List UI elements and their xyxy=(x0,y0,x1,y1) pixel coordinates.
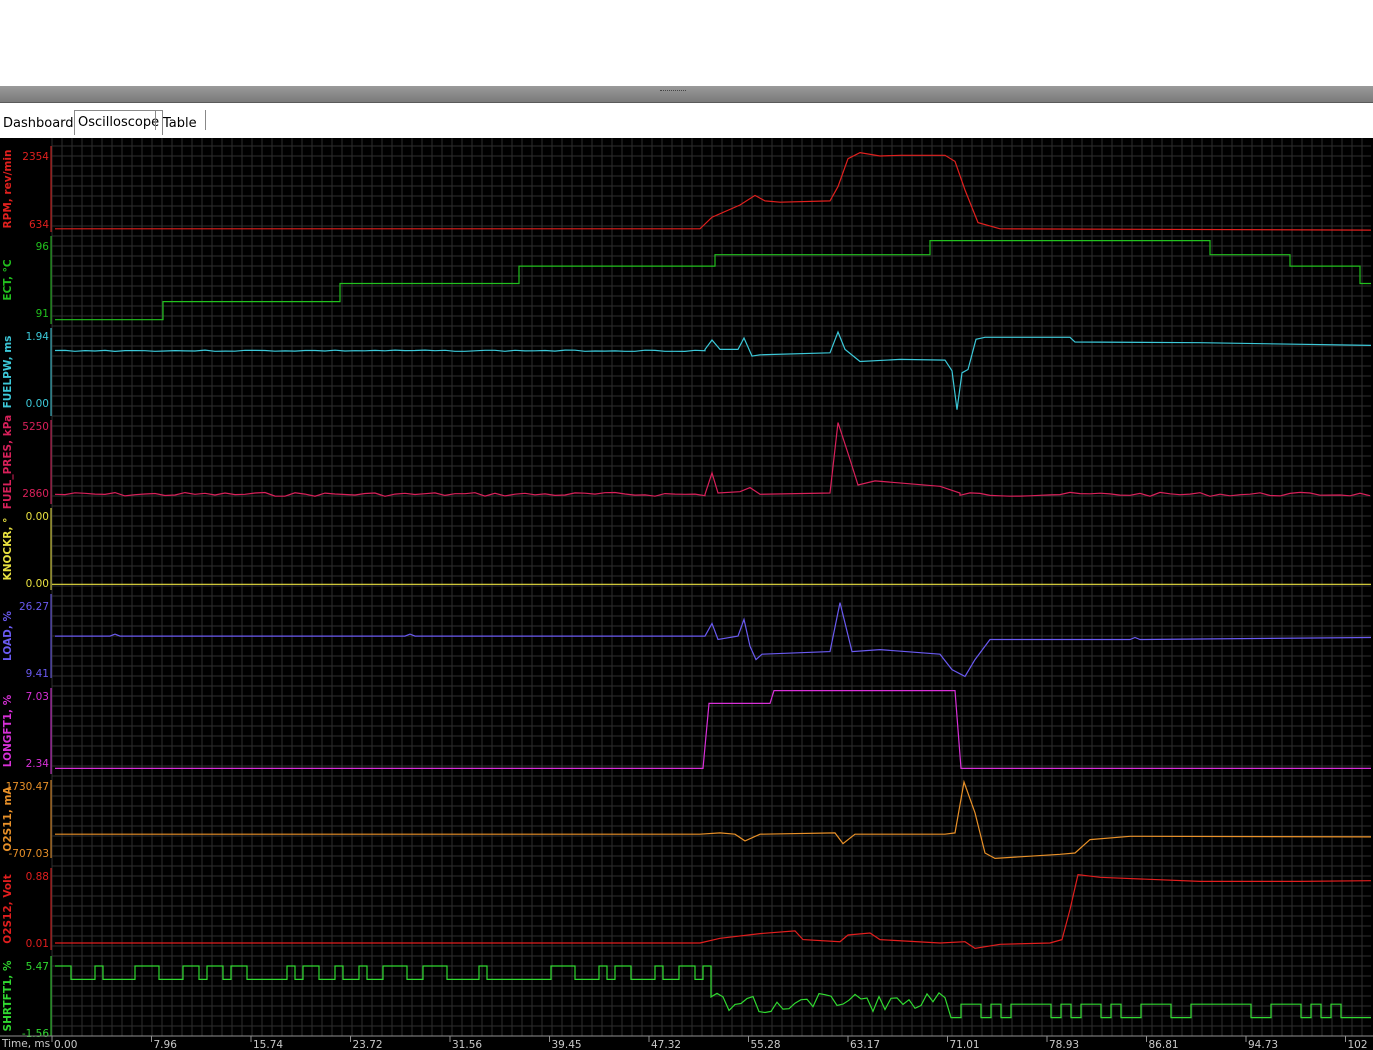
channel-max-value: 1730.47 xyxy=(6,781,49,793)
channel-max-value: 2354 xyxy=(22,151,49,163)
channel-7[interactable]: O2S11, mA1730.47 -707.03 xyxy=(2,779,1372,860)
tab-separator xyxy=(155,110,156,130)
channel-0[interactable]: RPM, rev/min 2354 634 xyxy=(2,146,1372,232)
time-tick-label: 47.32 xyxy=(651,1039,681,1050)
tab-dashboard[interactable]: Dashboard xyxy=(0,112,77,136)
channel-name: LONGFT1, % xyxy=(2,694,14,767)
channel-max-value: 96 xyxy=(36,241,50,253)
channel-max-value: 26.27 xyxy=(19,601,49,613)
time-tick-label: 31.56 xyxy=(452,1039,482,1050)
channel-9[interactable]: SHRTFT1, % 5.47-1.56 xyxy=(2,956,1371,1040)
channel-name: O2S12, Volt xyxy=(2,874,14,943)
channel-min-value: 0.00 xyxy=(26,398,49,410)
time-tick-label: 23.72 xyxy=(353,1039,383,1050)
time-tick-label: 0.00 xyxy=(54,1039,77,1050)
channel-2[interactable]: FUELPW, ms 1.94 0.00 xyxy=(2,328,1372,416)
channel-min-value: 634 xyxy=(29,219,49,231)
channel-min-value: 0.01 xyxy=(26,938,49,950)
channel-name: O2S11, mA xyxy=(2,786,14,852)
channel-max-value: 7.03 xyxy=(26,691,49,703)
channel-max-value: 1.94 xyxy=(26,331,50,343)
channel-min-value: 2.34 xyxy=(26,758,50,770)
time-tick-label: 63.17 xyxy=(850,1039,880,1050)
time-axis: Time, ms 0.00 7.96 15.74 23.72 31.56 39.45 47.3… xyxy=(0,1035,1373,1050)
time-tick-label: 94.73 xyxy=(1248,1039,1278,1050)
channel-min-value: 91 xyxy=(36,308,49,320)
channel-6[interactable]: LONGFT1, % 7.03 2.34 xyxy=(2,688,1371,774)
channel-name: FUELPW, ms xyxy=(2,336,14,409)
time-tick-label: 55.28 xyxy=(751,1039,781,1050)
time-tick-label: 86.81 xyxy=(1149,1039,1179,1050)
channel-min-value: 2860 xyxy=(22,488,49,500)
channel-max-value: 5250 xyxy=(22,421,49,433)
tab-separator xyxy=(205,110,206,130)
channel-name: RPM, rev/min xyxy=(2,150,14,229)
channel-max-value: 0.00 xyxy=(26,511,49,523)
time-tick-label: 102 xyxy=(1348,1039,1368,1050)
oscilloscope-panel[interactable]: RPM, rev/min 2354 634 ECT, °C 96 91 FUELPW, ms… xyxy=(0,138,1373,1050)
channel-name: SHRTFT1, % xyxy=(2,960,14,1031)
window-titlebar[interactable] xyxy=(0,86,1373,103)
channel-max-value: 5.47 xyxy=(26,961,49,973)
tab-oscilloscope[interactable]: Oscilloscope xyxy=(74,110,164,135)
channel-4[interactable]: KNOCKR, ° 0.00 0.00 xyxy=(2,508,1371,590)
channel-min-value: 0.00 xyxy=(26,578,49,590)
channel-name: FUEL_PRES, kPa xyxy=(2,415,14,509)
time-tick-label: 7.96 xyxy=(154,1039,178,1050)
channel-name: LOAD, % xyxy=(2,611,14,661)
oscilloscope-chart[interactable]: RPM, rev/min 2354 634 ECT, °C 96 91 FUELPW, ms… xyxy=(0,138,1373,1050)
channel-8[interactable]: O2S12, Volt 0.88 0.01 xyxy=(2,868,1372,950)
channel-max-value: 0.88 xyxy=(26,871,49,883)
channel-3[interactable]: FUEL_PRES, kPa 5250 2860 xyxy=(2,415,1371,509)
time-axis-title: Time, ms xyxy=(1,1038,50,1050)
channel-name: KNOCKR, ° xyxy=(2,518,14,581)
channel-min-value: -707.03 xyxy=(8,848,49,860)
tab-table[interactable]: Table xyxy=(160,112,200,136)
channel-5[interactable]: LOAD, % 26.27 9.41 xyxy=(2,594,1372,680)
channel-min-value: 9.41 xyxy=(26,668,49,680)
grid-lines xyxy=(51,138,1371,1037)
time-tick-label: 78.93 xyxy=(1049,1039,1079,1050)
drag-grip-icon[interactable] xyxy=(660,90,686,93)
time-tick-label: 71.01 xyxy=(950,1039,980,1050)
time-tick-label: 15.74 xyxy=(253,1039,283,1050)
channel-1[interactable]: ECT, °C 96 91 xyxy=(2,236,1371,324)
time-tick-label: 39.45 xyxy=(552,1039,582,1050)
channel-name: ECT, °C xyxy=(2,259,14,300)
